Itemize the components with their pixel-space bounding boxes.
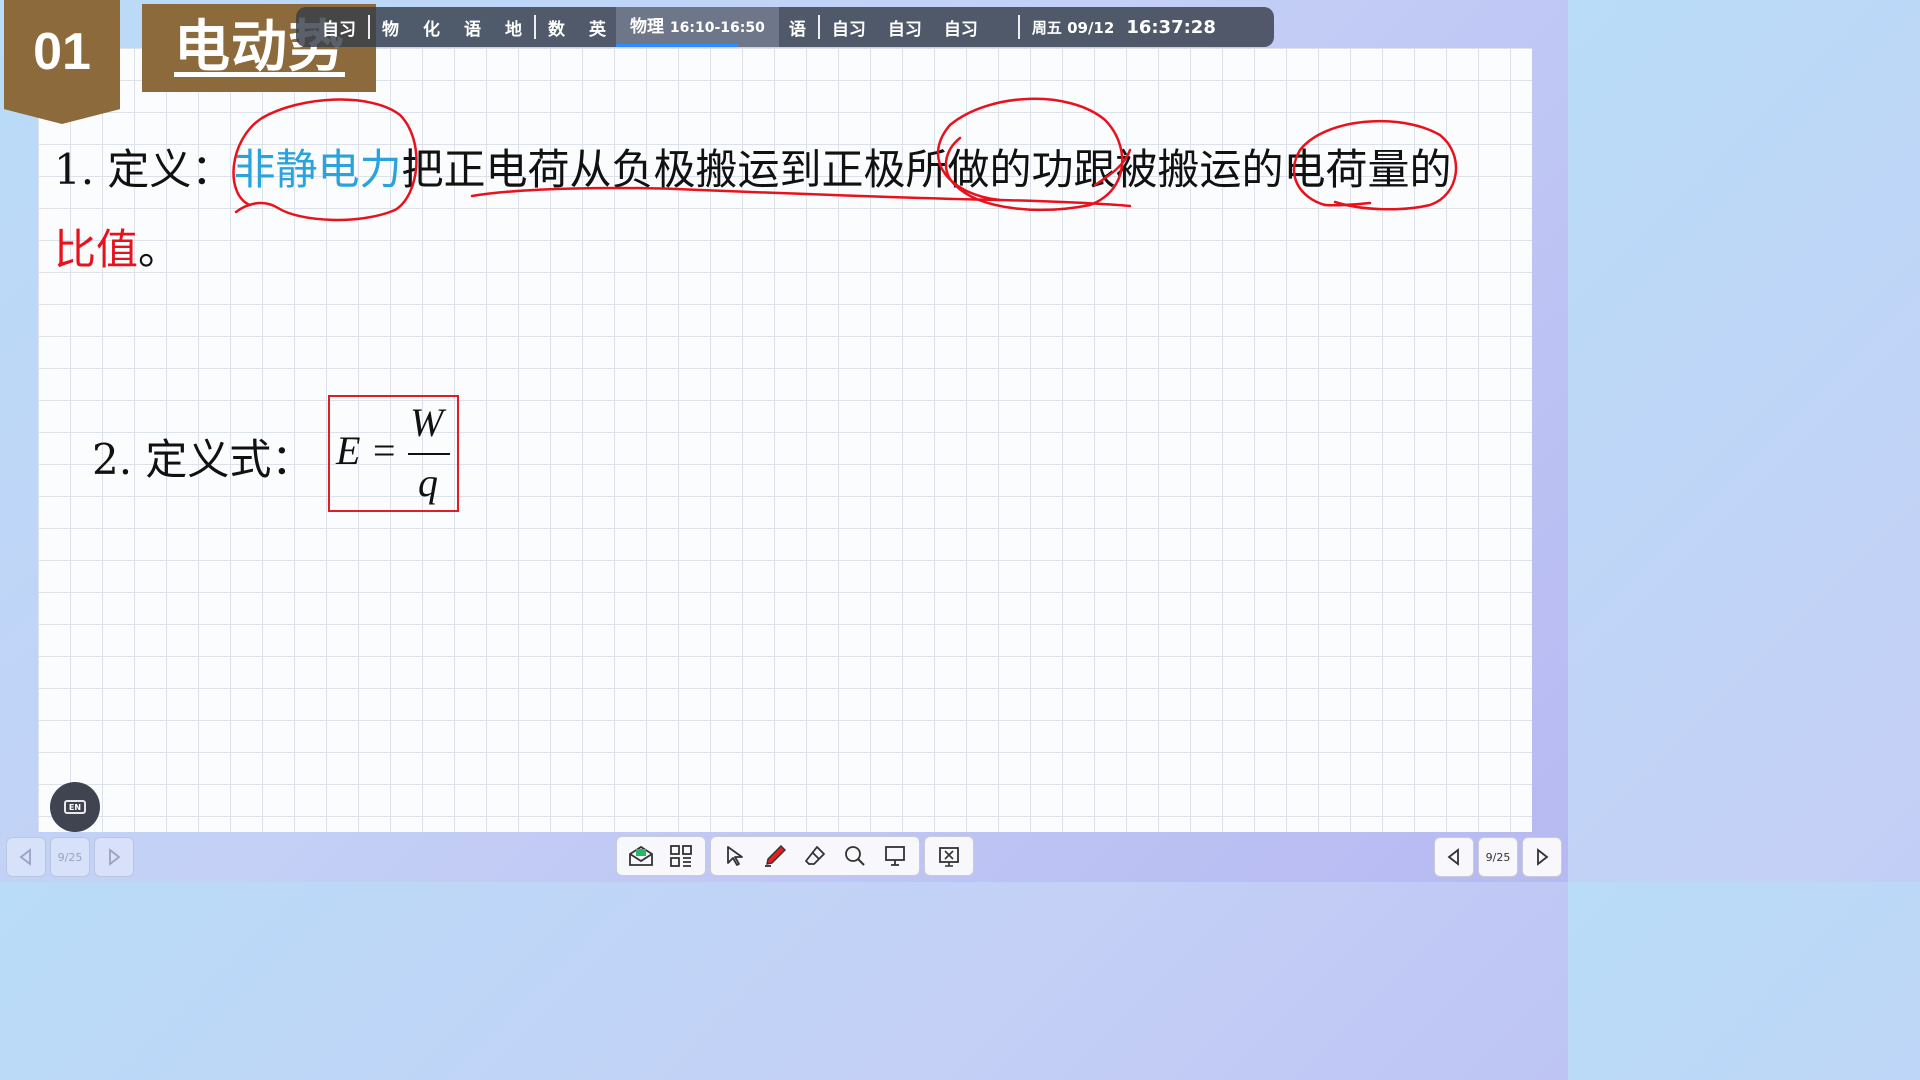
next-page-button[interactable] xyxy=(94,837,134,877)
definition-line: 1. 定义：非静电力把正电荷从负极搬运到正极所做的功跟被搬运的电荷量的 xyxy=(54,136,1451,197)
next-page-button[interactable] xyxy=(1522,837,1562,877)
apps-tool-button[interactable] xyxy=(661,836,701,876)
language-toggle-button[interactable]: EN xyxy=(50,782,100,832)
schedule-item: 英 xyxy=(589,19,606,40)
next-page-icon xyxy=(109,848,121,866)
eraser-icon xyxy=(805,846,825,865)
search-tool-button[interactable] xyxy=(835,836,875,876)
pen-tool-button[interactable] xyxy=(755,836,795,876)
mail-tool-button[interactable] xyxy=(621,836,661,876)
prev-page-icon xyxy=(1447,848,1459,866)
definition-highlight-term: 非静电力 xyxy=(233,145,402,194)
schedule-clock: 16:37:28 xyxy=(1126,16,1216,38)
page-indicator[interactable]: 9/25 xyxy=(50,837,90,877)
prev-page-button[interactable] xyxy=(1434,837,1474,877)
schedule-date: 周五 09/12 xyxy=(1031,18,1115,37)
prev-page-button[interactable] xyxy=(6,837,46,877)
schedule-divider xyxy=(368,15,370,39)
current-class-label: 物理 xyxy=(630,17,664,37)
exit-icon xyxy=(939,847,959,867)
page-nav-right: 9/25 xyxy=(1434,836,1562,878)
schedule-item: 自习 xyxy=(322,19,356,40)
tool-group-draw xyxy=(710,836,920,876)
pen-icon xyxy=(765,845,786,867)
formula-lhs: E = xyxy=(336,428,398,473)
prev-page-icon xyxy=(19,848,31,866)
formula-fraction-bar xyxy=(408,453,450,455)
en-keyboard-icon: EN xyxy=(64,800,86,814)
definition-line-continued: 比值。 xyxy=(54,216,180,277)
definition-prefix: 1. 定义： xyxy=(54,145,234,194)
schedule-item: 化 xyxy=(423,19,440,40)
exit-tool-button[interactable] xyxy=(929,836,969,876)
definition-end-punct: 。 xyxy=(138,225,181,274)
page-indicator[interactable]: 9/25 xyxy=(1478,837,1518,877)
formula-denominator: q xyxy=(418,460,438,505)
eraser-tool-button[interactable] xyxy=(795,836,835,876)
section-number-tab: 01 xyxy=(4,0,120,124)
section-number: 01 xyxy=(33,23,91,81)
formula-numerator: W xyxy=(410,400,444,445)
search-icon xyxy=(845,846,865,866)
next-page-icon xyxy=(1537,848,1549,866)
definition-key-term: 比值 xyxy=(54,225,139,274)
formula-box: E = W q xyxy=(328,395,459,512)
tool-group-apps xyxy=(616,836,706,876)
schedule-item: 语 xyxy=(788,19,806,40)
schedule-divider xyxy=(817,15,820,39)
email-icon xyxy=(629,845,653,866)
page-nav-left: 9/25 xyxy=(6,836,134,878)
select-tool-button[interactable] xyxy=(715,836,755,876)
page-indicator-text: 9/25 xyxy=(57,850,83,864)
page-indicator-text: 9/25 xyxy=(1485,850,1511,864)
cursor-icon xyxy=(727,846,743,866)
definition-body: 把正电荷从负极搬运到正极所做的功跟被搬运的电荷量的 xyxy=(401,145,1452,194)
projector-icon xyxy=(885,846,905,866)
schedule-divider xyxy=(1017,15,1020,39)
present-tool-button[interactable] xyxy=(875,836,915,876)
formula-label: 2. 定义式： xyxy=(92,435,314,484)
schedule-item: 地 xyxy=(505,19,522,40)
schedule-item: 自习 xyxy=(887,19,922,40)
apps-grid-icon xyxy=(670,845,692,867)
current-class-time: 16:10-16:50 xyxy=(669,20,765,36)
schedule-item: 语 xyxy=(464,19,481,40)
schedule-item: 物 xyxy=(382,19,399,40)
schedule-item: 自习 xyxy=(943,19,978,40)
class-schedule-bar: 自习 物 化 语 地 数 英 物理 16:10-16:50 语 自习 自习 自习… xyxy=(296,7,1274,47)
tool-bar xyxy=(616,835,978,877)
schedule-divider xyxy=(534,15,536,39)
schedule-item: 数 xyxy=(548,19,565,40)
en-label: EN xyxy=(68,802,82,812)
schedule-item: 自习 xyxy=(831,19,866,40)
schedule-current-class: 物理 16:10-16:50 xyxy=(616,7,779,47)
tool-group-exit xyxy=(924,836,974,876)
